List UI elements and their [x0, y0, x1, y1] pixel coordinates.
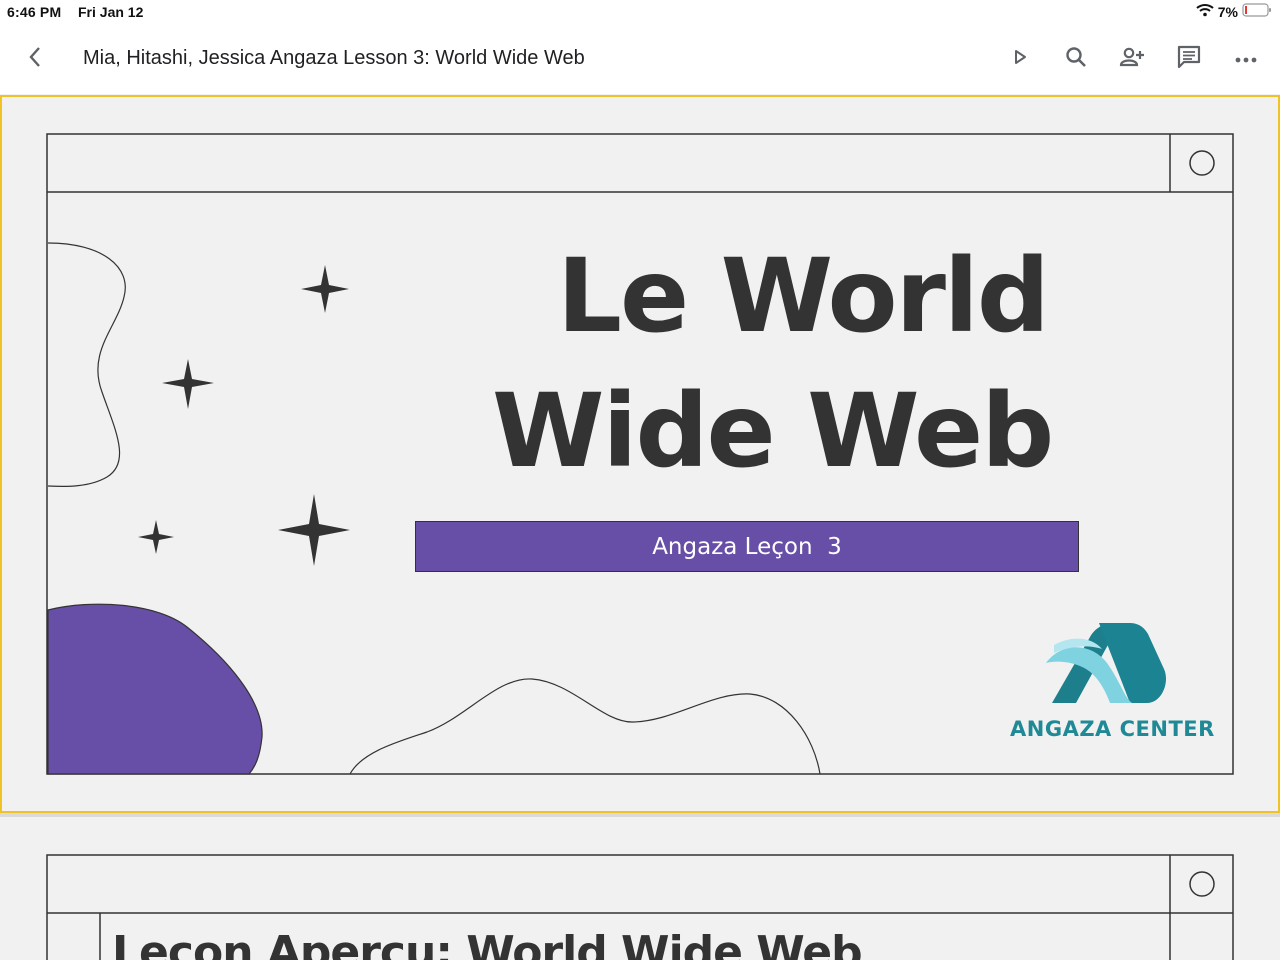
search-button[interactable] — [1058, 41, 1094, 77]
back-arrow-icon — [27, 45, 43, 74]
purple-blob — [47, 603, 263, 775]
sparkle-star — [278, 494, 350, 566]
wavy-line-left — [47, 242, 126, 488]
more-options-button[interactable] — [1228, 41, 1264, 77]
subtitle-text: Angaza Leçon 3 — [652, 533, 842, 560]
slide-2-title: Leçon Aperçu: World Wide Web — [112, 927, 863, 960]
back-button[interactable] — [18, 42, 52, 76]
battery-percent: 7% — [1217, 3, 1238, 20]
status-right: 7% — [1196, 3, 1272, 20]
battery-icon — [1242, 3, 1272, 20]
present-play-icon — [1010, 47, 1030, 72]
logo-text: ANGAZA CENTER — [1010, 717, 1215, 741]
comments-button[interactable] — [1171, 41, 1207, 77]
document-title: Mia, Hitashi, Jessica Angaza Lesson 3: W… — [83, 47, 585, 69]
status-date: Fri Jan 12 — [78, 4, 144, 20]
wifi-icon — [1196, 3, 1214, 20]
slide-1[interactable]: Le World Wide Web Angaza Leçon 3 ANGAZA … — [0, 95, 1280, 813]
comment-icon — [1176, 44, 1202, 75]
sparkle-star — [138, 520, 174, 554]
more-horiz-icon — [1235, 50, 1257, 68]
angaza-logo-mark — [1046, 623, 1167, 703]
share-button[interactable] — [1114, 41, 1150, 77]
status-bar: 6:46 PM Fri Jan 12 7% — [0, 0, 1280, 24]
sparkle-star — [162, 359, 214, 409]
sparkle-star — [301, 265, 349, 313]
add-person-icon — [1118, 45, 1146, 74]
slide-title-line-1: Le World — [557, 237, 1050, 356]
slide-viewer[interactable]: Le World Wide Web Angaza Leçon 3 ANGAZA … — [0, 94, 1280, 960]
search-icon — [1064, 45, 1088, 74]
present-button[interactable] — [1002, 41, 1038, 77]
window-circle-button — [1189, 150, 1215, 176]
slide-title-line-2: Wide Web — [492, 372, 1054, 491]
slide-2[interactable]: Leçon Aperçu: World Wide Web — [0, 817, 1280, 960]
status-time: 6:46 PM — [7, 4, 62, 20]
subtitle-bar: Angaza Leçon 3 — [415, 521, 1079, 572]
window-circle-button — [1189, 871, 1215, 897]
wavy-line-bottom — [349, 678, 821, 775]
app-bar: Mia, Hitashi, Jessica Angaza Lesson 3: W… — [0, 24, 1280, 94]
